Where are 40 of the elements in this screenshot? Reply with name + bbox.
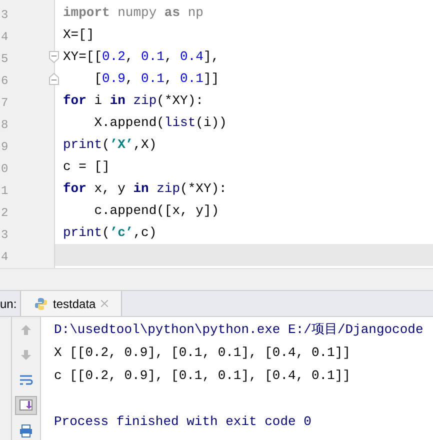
code-line: for i in zip(*XY): [63,93,204,108]
code-line: import numpy as np [63,5,204,20]
line-number: 1 [0,184,8,198]
down-arrow-icon [19,348,33,362]
command-line-text: D:\usedtool\python\python.exe E:/项目/Djangocode [54,322,424,337]
output-line: c [[0.2, 0.9], [0.1, 0.1], [0.4, 0.1]] [54,368,350,383]
code-line: X=[] [63,27,94,42]
line-number: 3 [0,8,8,22]
line-number: 5 [0,52,8,66]
code-line: print(’c’,c) [63,225,157,240]
line-number: 4 [0,30,8,44]
up-arrow-icon [19,323,33,338]
code-line: for x, y in zip(*XY): [63,181,227,196]
code-line: c.append([x, y]) [93,203,220,218]
fold-marker-icon[interactable] [49,73,59,85]
line-number: 4 [0,250,8,264]
code-line: c = [] [63,159,110,174]
run-label: un: [0,296,18,313]
run-tab[interactable]: testdata [20,291,122,316]
close-icon[interactable] [100,300,108,307]
python-icon [34,296,48,310]
print-icon [19,424,33,438]
output-line: X [[0.2, 0.9], [0.1, 0.1], [0.4, 0.1]] [54,345,350,360]
line-number: 3 [0,228,8,242]
line-number: 9 [0,140,8,154]
line-number: 7 [0,96,8,110]
line-number: 8 [0,118,8,132]
code-line: print(’X’,X) [63,137,157,152]
tab-title: testdata [53,296,96,312]
soft-wrap-icon [19,373,33,388]
code-line: [0.9, 0.1, 0.1]] [93,71,220,86]
code-line: X.append(list(i)) [93,115,227,130]
exit-message: Process finished with exit code 0 [54,414,312,429]
scroll-to-end-icon [19,398,33,412]
line-number: 0 [0,162,8,176]
scroll-tool-button[interactable] [15,396,37,416]
fold-marker-icon[interactable] [49,51,59,63]
code-line: XY=[[0.2, 0.1, 0.4], [63,49,220,64]
line-number: 2 [0,206,8,220]
line-number: 6 [0,74,8,88]
